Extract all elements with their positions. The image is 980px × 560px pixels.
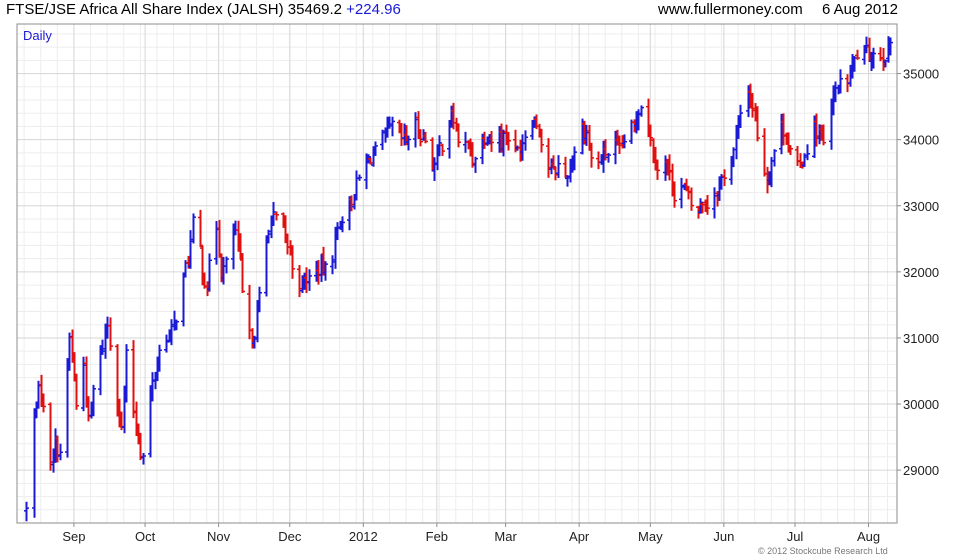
x-tick-label: Feb [426, 529, 448, 544]
x-tick-label: Sep [62, 529, 85, 544]
x-tick-label: Jun [713, 529, 734, 544]
x-tick-label: Oct [135, 529, 156, 544]
copyright-notice: © 2012 Stockcube Research Ltd [758, 546, 888, 556]
y-tick-label: 32000 [903, 265, 939, 280]
y-tick-label: 31000 [903, 331, 939, 346]
period-label: Daily [23, 28, 52, 43]
y-tick-label: 30000 [903, 397, 939, 412]
x-tick-label: Jul [787, 529, 804, 544]
x-tick-label: Mar [494, 529, 517, 544]
ohlc-chart: 29000 30000 31000 32000 33000 34000 35000 Sep Oc… [16, 23, 939, 544]
y-tick-label: 34000 [903, 133, 939, 148]
x-tick-label: Apr [569, 529, 590, 544]
x-tick-label: Nov [207, 529, 231, 544]
x-tick-label: Aug [857, 529, 880, 544]
y-tick-label: 33000 [903, 199, 939, 214]
plot-frame [16, 23, 898, 524]
y-tick-label: 29000 [903, 463, 939, 478]
x-tick-label: May [638, 529, 663, 544]
y-tick-label: 35000 [903, 67, 939, 82]
x-tick-label: Dec [278, 529, 302, 544]
x-tick-label: 2012 [349, 529, 378, 544]
